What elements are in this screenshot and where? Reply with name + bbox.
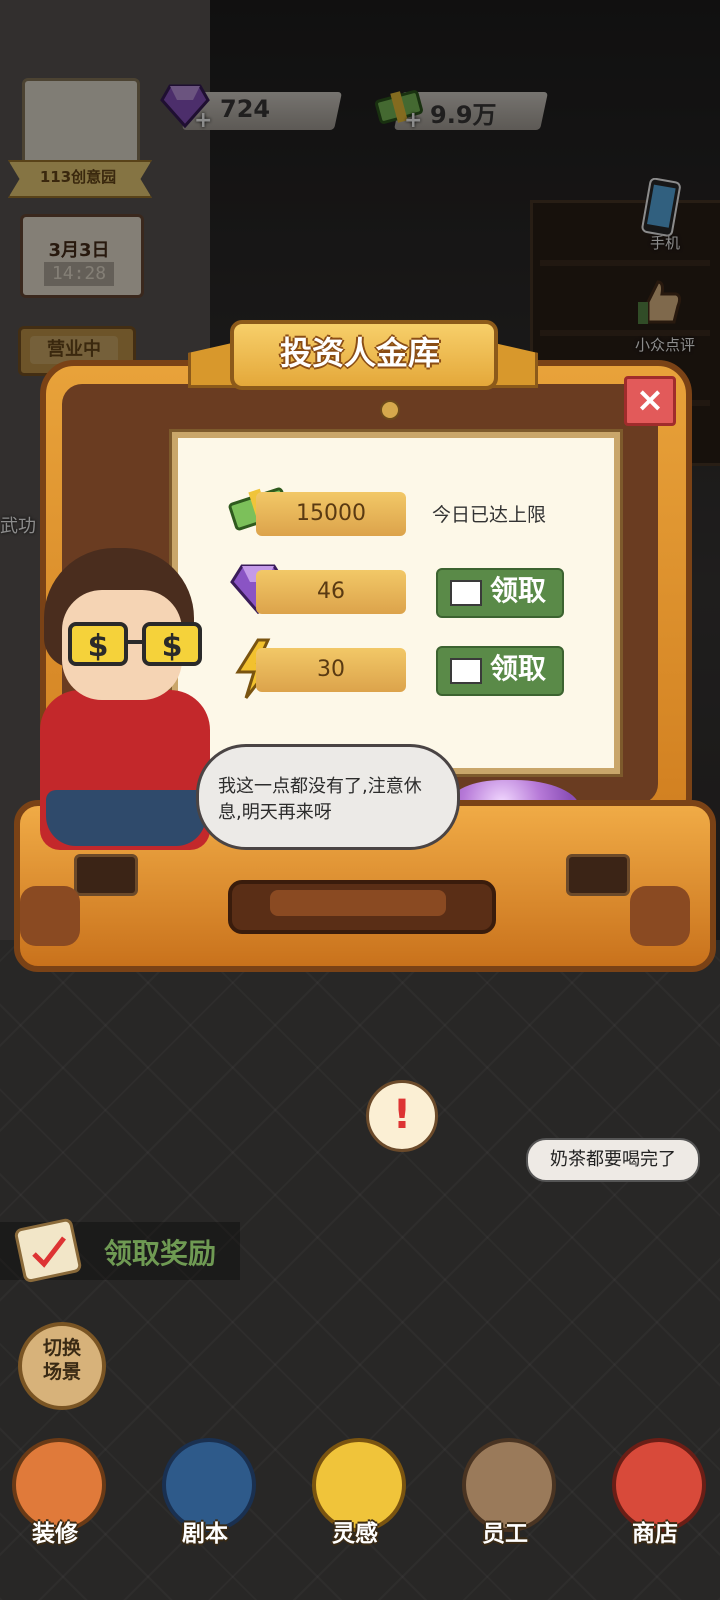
latch-left xyxy=(74,854,138,896)
video-ad-icon xyxy=(450,658,482,684)
energy-reward-value: 30 xyxy=(256,648,406,692)
video-ad-icon xyxy=(450,580,482,606)
investor-character-robe xyxy=(46,790,206,846)
claim-reward-label[interactable]: 领取奖励 xyxy=(104,1232,216,1272)
latch-right xyxy=(566,854,630,896)
corner-guard-left xyxy=(20,886,80,946)
speech-text: 我这一点都没有了,注意休息,明天再来呀 xyxy=(218,776,422,823)
claim-energy-label: 领取 xyxy=(490,652,547,685)
reward-scroll-icon xyxy=(10,1210,90,1290)
alert-icon[interactable]: ! xyxy=(366,1080,438,1152)
dollar-glasses-icon: $ $ xyxy=(66,620,206,670)
svg-text:$: $ xyxy=(88,629,109,664)
corner-guard-right xyxy=(630,886,690,946)
suitcase-handle-grip xyxy=(270,890,446,916)
nav-staff-label[interactable]: 员工 xyxy=(450,1514,560,1548)
svg-text:$: $ xyxy=(162,629,183,664)
gem-reward-value: 46 xyxy=(256,570,406,614)
cash-reward-value: 15000 xyxy=(256,492,406,536)
daily-limit-text: 今日已达上限 xyxy=(432,504,547,526)
paper-pin xyxy=(380,400,400,420)
nav-inspiration-label[interactable]: 灵感 xyxy=(300,1514,410,1548)
npc-speech-bubble: 奶茶都要喝完了 xyxy=(526,1138,700,1182)
claim-gems-label: 领取 xyxy=(490,574,547,607)
switch-scene-label: 切换 场景 xyxy=(18,1336,106,1384)
nav-shop-label[interactable]: 商店 xyxy=(600,1514,710,1548)
switch-label-line1: 切换 xyxy=(42,1337,81,1359)
nav-script-label[interactable]: 剧本 xyxy=(150,1514,260,1548)
popup-title: 投资人金库 xyxy=(279,334,440,372)
close-button[interactable]: × xyxy=(624,376,676,426)
nav-decorate-label[interactable]: 装修 xyxy=(0,1514,110,1548)
switch-label-line2: 场景 xyxy=(42,1361,81,1383)
